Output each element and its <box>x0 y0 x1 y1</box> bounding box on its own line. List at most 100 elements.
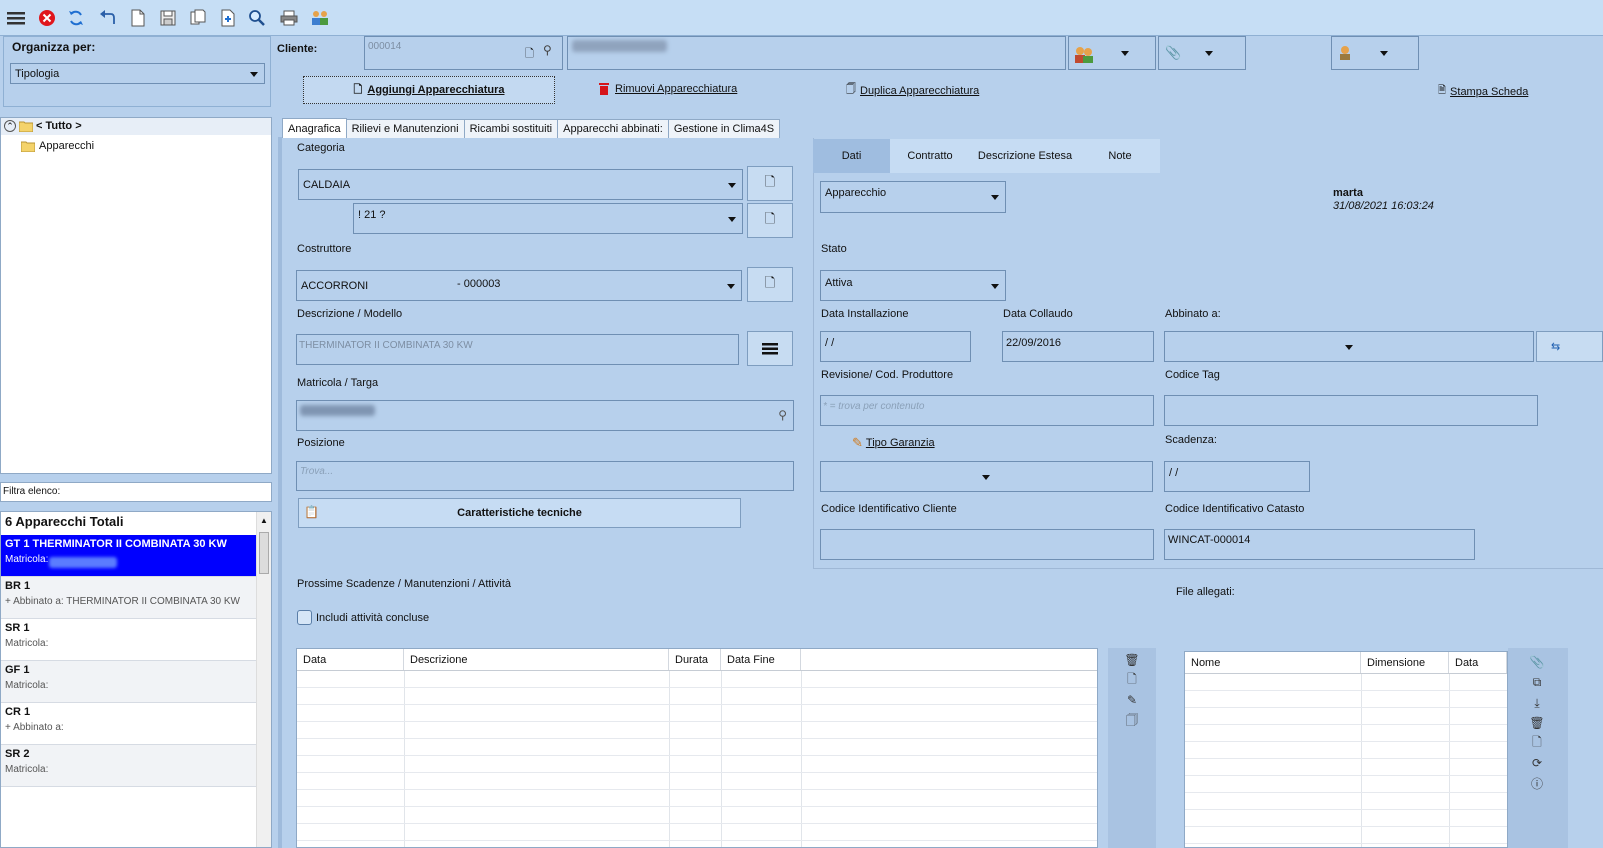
list-item-sub: Matricola: <box>5 638 49 649</box>
list-item[interactable]: SR 2 Matricola: <box>1 745 256 787</box>
splitter[interactable] <box>278 137 282 848</box>
menu-icon[interactable] <box>6 8 26 28</box>
tab-dati[interactable]: Dati <box>813 139 890 173</box>
copy-document-icon[interactable]: 🗍 <box>1125 713 1139 728</box>
col-dimensione[interactable]: Dimensione <box>1361 652 1449 673</box>
warranty-select[interactable] <box>820 461 1153 492</box>
redacted-serial <box>300 405 375 416</box>
contacts-dropdown[interactable] <box>1068 36 1156 70</box>
open-external-icon[interactable]: ⧉ <box>1530 675 1544 689</box>
scrollbar-thumb[interactable] <box>259 532 269 574</box>
cadastre-field[interactable]: WINCAT-000014 <box>1164 529 1475 560</box>
state-select[interactable]: Attiva <box>820 270 1006 301</box>
add-document-icon[interactable]: 🗋 <box>1125 672 1139 687</box>
add-equipment-button[interactable]: 🗋 Aggiungi Apparecchiatura <box>303 76 555 104</box>
list-item[interactable]: SR 1 Matricola: <box>1 619 256 661</box>
print-icon[interactable] <box>279 8 299 28</box>
organize-select[interactable]: Tipologia <box>10 63 265 84</box>
add-document-icon[interactable] <box>218 8 238 28</box>
col-descrizione[interactable]: Descrizione <box>404 649 669 670</box>
copy-document-icon[interactable] <box>188 8 208 28</box>
install-date-field[interactable]: / / <box>820 331 971 362</box>
model-field[interactable]: THERMINATOR II COMBINATA 30 KW <box>296 334 739 365</box>
category-tree: ⌃ < Tutto > Apparecchi <box>0 117 272 474</box>
user-dropdown[interactable] <box>1331 36 1419 70</box>
test-date-field[interactable]: 22/09/2016 <box>1002 331 1154 362</box>
print-sheet-button[interactable]: 🗎 Stampa Scheda <box>1438 83 1528 100</box>
revision-field[interactable]: * = trova per contenuto <box>820 395 1154 426</box>
save-icon[interactable] <box>158 8 178 28</box>
tag-field[interactable] <box>1164 395 1538 426</box>
category-select[interactable]: CALDAIA <box>298 169 743 200</box>
model-menu-button[interactable] <box>747 331 793 366</box>
linked-select[interactable] <box>1164 331 1534 362</box>
swap-icon: ⇆ <box>1551 341 1561 353</box>
duplicate-equipment-button[interactable]: 🗍 Duplica Apparecchiatura <box>846 82 979 99</box>
tab-note[interactable]: Note <box>1080 139 1160 173</box>
attachments-grid[interactable]: Nome Dimensione Data <box>1184 651 1508 848</box>
add-manufacturer-button[interactable]: 🗋 <box>747 267 793 302</box>
organize-panel: Organizza per: Tipologia <box>3 36 271 107</box>
close-icon[interactable] <box>37 8 57 28</box>
tech-features-button[interactable]: 📋 Caratteristiche tecniche <box>298 498 741 528</box>
remove-equipment-button[interactable]: Rimuovi Apparecchiatura <box>598 82 737 95</box>
sync-icon[interactable]: ⟳ <box>1530 756 1544 770</box>
paperclip-icon[interactable]: 📎 <box>1530 655 1545 669</box>
search-icon[interactable]: ⚲ <box>543 43 552 57</box>
new-client-icon[interactable]: 🗋 <box>525 45 534 64</box>
chevron-down-icon <box>991 283 999 289</box>
link-button[interactable]: ⇆ <box>1536 331 1603 362</box>
new-document-icon[interactable] <box>128 8 148 28</box>
tab-descrizione-estesa[interactable]: Descrizione Estesa <box>970 139 1080 173</box>
tree-item-apparecchi[interactable]: Apparecchi <box>21 138 221 154</box>
expiry-field[interactable]: / / <box>1164 461 1310 492</box>
tab-anagrafica[interactable]: Anagrafica <box>282 118 347 138</box>
collapse-icon[interactable]: ⌃ <box>4 120 16 132</box>
attachments-dropdown[interactable]: 📎 <box>1158 36 1246 70</box>
serial-field[interactable]: ⚲ <box>296 400 794 431</box>
tab-rilievi[interactable]: Rilievi e Manutenzioni <box>345 119 465 138</box>
tab-gestione-clima4s[interactable]: Gestione in Clima4S <box>667 119 781 138</box>
activities-grid[interactable]: Data Descrizione Durata Data Fine <box>296 648 1098 848</box>
trash-icon[interactable]: 🗑 <box>1529 716 1544 730</box>
refresh-icon[interactable] <box>66 8 86 28</box>
include-completed-checkbox[interactable] <box>297 610 312 625</box>
search-icon[interactable] <box>247 8 267 28</box>
filter-input[interactable]: Filtra elenco: <box>0 482 272 502</box>
chevron-down-icon <box>728 216 736 222</box>
tab-ricambi[interactable]: Ricambi sostituiti <box>463 119 559 138</box>
position-field[interactable]: Trova... <box>296 461 794 491</box>
col-data[interactable]: Data <box>1449 652 1507 673</box>
client-name-field[interactable] <box>567 36 1066 70</box>
download-icon[interactable]: ⤓ <box>1530 696 1544 710</box>
list-scrollbar[interactable]: ▲ <box>256 512 271 847</box>
type-select[interactable]: Apparecchio <box>820 181 1006 213</box>
scroll-up-icon[interactable]: ▲ <box>260 516 268 525</box>
client-code-field[interactable]: 000014 🗋 ⚲ <box>364 36 563 70</box>
col-nome[interactable]: Nome <box>1185 652 1361 673</box>
undo-icon[interactable] <box>97 8 117 28</box>
col-durata[interactable]: Durata <box>669 649 721 670</box>
list-item[interactable]: BR 1 + Abbinato a: THERMINATOR II COMBIN… <box>1 577 256 619</box>
tab-contratto[interactable]: Contratto <box>890 139 970 173</box>
col-data-fine[interactable]: Data Fine <box>721 649 801 670</box>
list-item[interactable]: GF 1 Matricola: <box>1 661 256 703</box>
list-item[interactable]: CR 1 + Abbinato a: <box>1 703 256 745</box>
search-icon[interactable]: ⚲ <box>778 408 787 422</box>
warranty-link[interactable]: ✎ Tipo Garanzia <box>852 435 935 451</box>
pencil-icon[interactable]: ✎ <box>1125 693 1139 707</box>
trash-icon[interactable]: 🗑 <box>1124 653 1139 667</box>
subcategory-select[interactable]: ! 21 ? <box>353 203 743 234</box>
list-item[interactable]: GT 1 THERMINATOR II COMBINATA 30 KW Matr… <box>1 535 256 577</box>
add-category-button[interactable]: 🗋 <box>747 166 793 201</box>
tab-apparecchi-abbinati[interactable]: Apparecchi abbinati: <box>557 119 669 138</box>
client-id-field[interactable] <box>820 529 1154 560</box>
col-data[interactable]: Data <box>297 649 404 670</box>
manufacturer-select[interactable]: ACCORRONI - 000003 <box>296 270 742 301</box>
info-icon[interactable]: ⓘ <box>1530 776 1544 791</box>
users-icon[interactable] <box>310 8 330 28</box>
tree-root-row[interactable]: ⌃ < Tutto > <box>1 118 271 135</box>
new-document-icon[interactable]: 🗋 <box>1530 735 1544 750</box>
add-subcategory-button[interactable]: 🗋 <box>747 203 793 238</box>
pencil-icon: ✎ <box>852 435 863 450</box>
